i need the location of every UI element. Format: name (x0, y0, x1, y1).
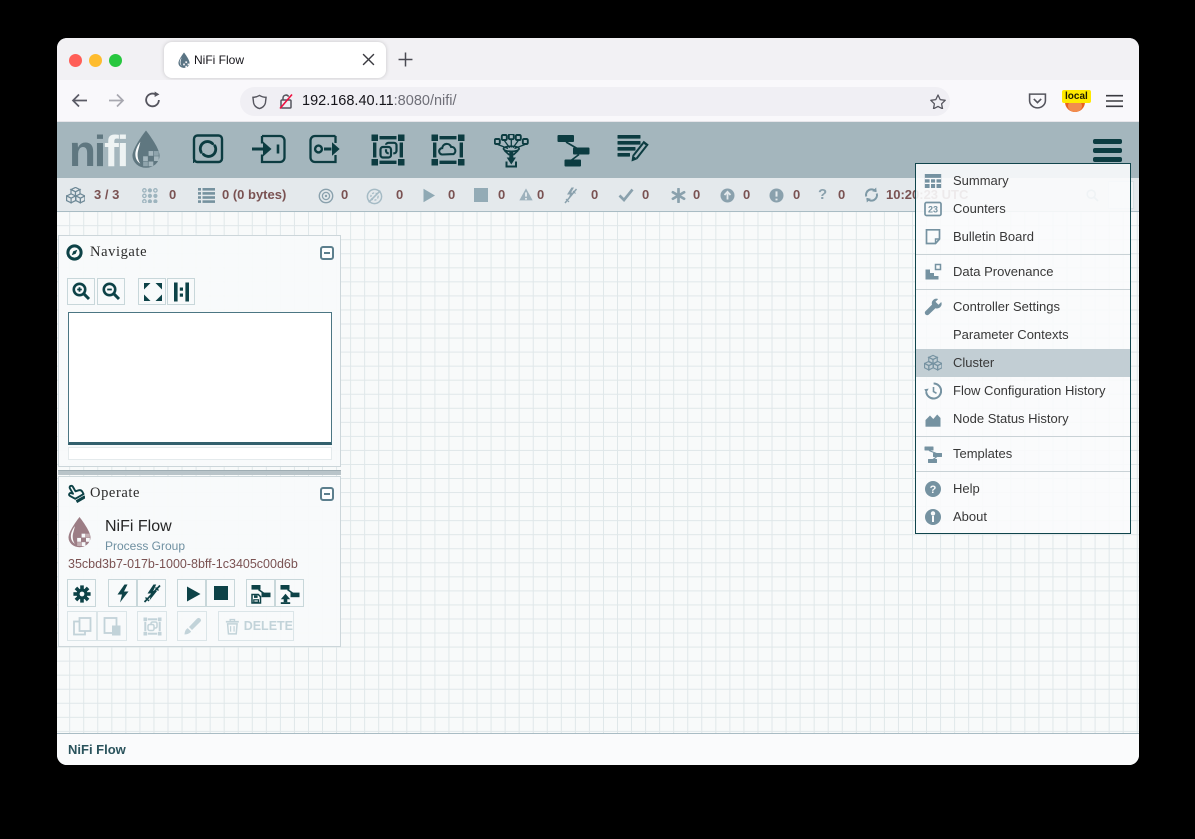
svg-text:?: ? (930, 484, 937, 496)
svg-text:23: 23 (928, 205, 938, 215)
